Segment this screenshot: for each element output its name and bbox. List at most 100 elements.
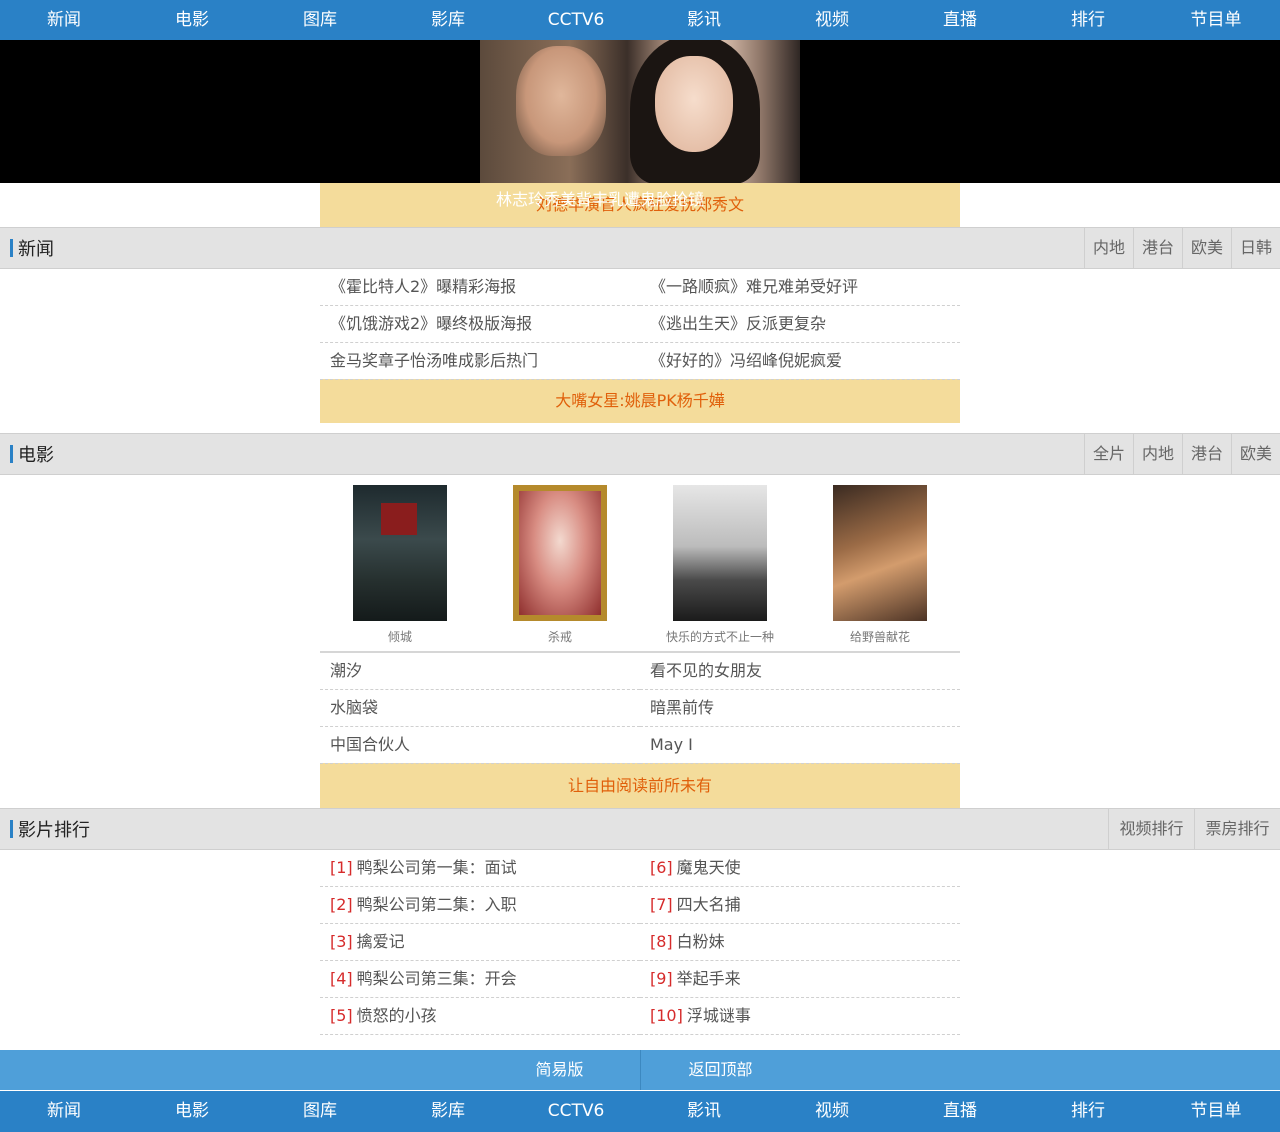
rank-title[interactable]: 举起手来 xyxy=(677,969,741,988)
nav-item-movie[interactable]: 电影 xyxy=(128,1091,256,1132)
nav-item-gallery[interactable]: 图库 xyxy=(256,1091,384,1132)
ranking-tab-video[interactable]: 视频排行 xyxy=(1108,809,1194,849)
nav-item-schedule[interactable]: 节目单 xyxy=(1152,1091,1280,1132)
section-marker xyxy=(10,445,13,463)
hero-image[interactable] xyxy=(480,40,800,183)
nav-item-live[interactable]: 直播 xyxy=(896,1091,1024,1132)
movie-item[interactable]: 看不见的女朋友 xyxy=(640,653,960,690)
news-item[interactable]: 《逃出生天》反派更复杂 xyxy=(640,306,960,343)
rank-title[interactable]: 浮城谜事 xyxy=(687,1006,751,1025)
rank-number: [1] xyxy=(330,858,353,877)
news-item[interactable]: 《一路顺疯》难兄难弟受好评 xyxy=(640,269,960,306)
ranking-section-header: 影片排行 视频排行 票房排行 xyxy=(0,808,1280,850)
movie-tab-hktw[interactable]: 港台 xyxy=(1182,434,1231,474)
rank-title[interactable]: 四大名捕 xyxy=(677,895,741,914)
nav-item-film-library[interactable]: 影库 xyxy=(384,1091,512,1132)
nav-item-news[interactable]: 新闻 xyxy=(0,0,128,40)
movie-poster-card[interactable]: 杀戒 xyxy=(480,485,640,651)
poster-detail xyxy=(519,491,601,615)
news-item[interactable]: 《饥饿游戏2》曝终极版海报 xyxy=(320,306,640,343)
rank-title[interactable]: 白粉妹 xyxy=(677,932,725,951)
movie-item[interactable]: 潮汐 xyxy=(320,653,640,690)
news-title-text: 新闻 xyxy=(18,239,54,260)
movie-poster-card[interactable]: 快乐的方式不止一种 xyxy=(640,485,800,651)
ranking-item[interactable]: [8] 白粉妹 xyxy=(640,924,960,961)
movie-item[interactable]: 水脑袋 xyxy=(320,690,640,727)
nav-item-gallery[interactable]: 图库 xyxy=(256,0,384,40)
movie-item[interactable]: 中国合伙人 xyxy=(320,727,640,764)
nav-item-video[interactable]: 视频 xyxy=(768,0,896,40)
nav-item-cctv6[interactable]: CCTV6 xyxy=(512,1091,640,1132)
poster-title[interactable]: 倾城 xyxy=(388,628,412,645)
hero-figure-right xyxy=(655,56,733,152)
ranking-item[interactable]: [5] 愤怒的小孩 xyxy=(320,998,640,1035)
ranking-item[interactable]: [2] 鸭梨公司第二集：入职 xyxy=(320,887,640,924)
movie-poster-card[interactable]: 倾城 xyxy=(320,485,480,651)
movie-poster-card[interactable]: 给野兽献花 xyxy=(800,485,960,651)
rank-title[interactable]: 魔鬼天使 xyxy=(677,858,741,877)
rank-title[interactable]: 擒爱记 xyxy=(357,932,405,951)
poster-detail xyxy=(381,503,417,535)
rank-number: [4] xyxy=(330,969,353,988)
rank-number: [6] xyxy=(650,858,673,877)
rank-number: [3] xyxy=(330,932,353,951)
poster-title[interactable]: 杀戒 xyxy=(548,628,572,645)
back-to-top-button[interactable]: 返回顶部 xyxy=(641,1050,801,1090)
ranking-item[interactable]: [10] 浮城谜事 xyxy=(640,998,960,1035)
news-tab-west[interactable]: 欧美 xyxy=(1182,228,1231,268)
rank-title[interactable]: 鸭梨公司第一集：面试 xyxy=(357,858,517,877)
movie-item[interactable]: May I xyxy=(640,727,960,764)
nav-item-cctv6[interactable]: CCTV6 xyxy=(512,0,640,40)
movie-tab-west[interactable]: 欧美 xyxy=(1231,434,1280,474)
nav-item-film-news[interactable]: 影讯 xyxy=(640,0,768,40)
poster-title[interactable]: 给野兽献花 xyxy=(850,628,910,645)
ranking-item[interactable]: [3] 擒爱记 xyxy=(320,924,640,961)
hero-caption[interactable]: 林志玲秀美背丰乳遭鬼脸抢镜 xyxy=(496,188,704,212)
nav-item-live[interactable]: 直播 xyxy=(896,0,1024,40)
ranking-item[interactable]: [7] 四大名捕 xyxy=(640,887,960,924)
news-item[interactable]: 《霍比特人2》曝精彩海报 xyxy=(320,269,640,306)
news-tab-mainland[interactable]: 内地 xyxy=(1084,228,1133,268)
nav-item-news[interactable]: 新闻 xyxy=(0,1091,128,1132)
poster-image[interactable] xyxy=(673,485,767,621)
simple-version-button[interactable]: 简易版 xyxy=(480,1050,640,1090)
news-item[interactable]: 金马奖章子怡汤唯成影后热门 xyxy=(320,343,640,380)
movie-tab-mainland[interactable]: 内地 xyxy=(1133,434,1182,474)
movie-section-header: 电影 全片 内地 港台 欧美 xyxy=(0,433,1280,475)
news-tab-jpkr[interactable]: 日韩 xyxy=(1231,228,1280,268)
ranking-tab-boxoffice[interactable]: 票房排行 xyxy=(1194,809,1280,849)
nav-item-film-news[interactable]: 影讯 xyxy=(640,1091,768,1132)
nav-item-movie[interactable]: 电影 xyxy=(128,0,256,40)
ranking-item[interactable]: [4] 鸭梨公司第三集：开会 xyxy=(320,961,640,998)
top-nav: 新闻 电影 图库 影库 CCTV6 影讯 视频 直播 排行 节目单 xyxy=(0,0,1280,40)
news-item[interactable]: 《好好的》冯绍峰倪妮疯爱 xyxy=(640,343,960,380)
ranking-item[interactable]: [1] 鸭梨公司第一集：面试 xyxy=(320,850,640,887)
section-marker xyxy=(10,820,13,838)
nav-item-schedule[interactable]: 节目单 xyxy=(1152,0,1280,40)
movie-item[interactable]: 暗黑前传 xyxy=(640,690,960,727)
promo-banner-3[interactable]: 让自由阅读前所未有 xyxy=(320,763,960,808)
movie-title-text: 电影 xyxy=(18,445,54,466)
nav-item-ranking[interactable]: 排行 xyxy=(1024,1091,1152,1132)
poster-image[interactable] xyxy=(833,485,927,621)
rank-title[interactable]: 愤怒的小孩 xyxy=(357,1006,437,1025)
ranking-item[interactable]: [9] 举起手来 xyxy=(640,961,960,998)
news-list: 《霍比特人2》曝精彩海报 《一路顺疯》难兄难弟受好评 《饥饿游戏2》曝终极版海报… xyxy=(320,269,960,380)
nav-item-ranking[interactable]: 排行 xyxy=(1024,0,1152,40)
rank-title[interactable]: 鸭梨公司第二集：入职 xyxy=(357,895,517,914)
footer-bar: 简易版 返回顶部 xyxy=(0,1050,1280,1090)
promo-banner-2[interactable]: 大嘴女星:姚晨PK杨千嬅 xyxy=(320,379,960,423)
poster-image[interactable] xyxy=(353,485,447,621)
nav-item-video[interactable]: 视频 xyxy=(768,1091,896,1132)
news-tab-hktw[interactable]: 港台 xyxy=(1133,228,1182,268)
rank-title[interactable]: 鸭梨公司第三集：开会 xyxy=(357,969,517,988)
movie-posters: 倾城 杀戒 快乐的方式不止一种 给野兽献花 xyxy=(320,475,960,653)
poster-title[interactable]: 快乐的方式不止一种 xyxy=(666,628,774,645)
movie-tab-all[interactable]: 全片 xyxy=(1084,434,1133,474)
ranking-item[interactable]: [6] 魔鬼天使 xyxy=(640,850,960,887)
nav-item-film-library[interactable]: 影库 xyxy=(384,0,512,40)
movie-list: 潮汐 看不见的女朋友 水脑袋 暗黑前传 中国合伙人 May I xyxy=(320,653,960,764)
poster-image[interactable] xyxy=(513,485,607,621)
hero-slider[interactable]: 林志玲秀美背丰乳遭鬼脸抢镜 xyxy=(0,40,1280,209)
